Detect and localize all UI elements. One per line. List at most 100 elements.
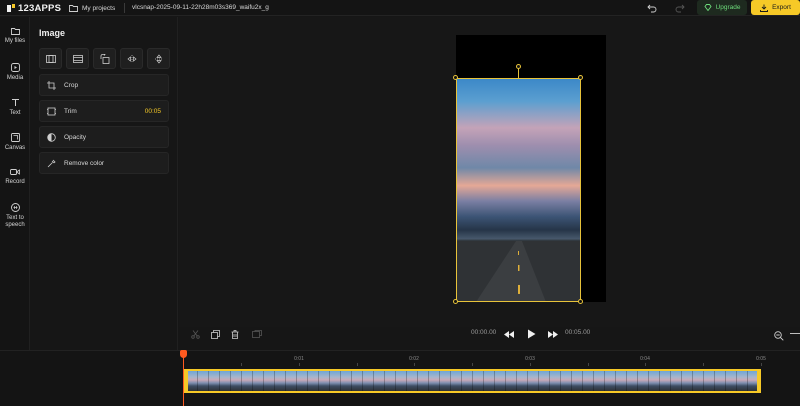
ruler-label: 0:04 xyxy=(640,356,650,362)
split-button[interactable] xyxy=(189,328,201,340)
record-icon xyxy=(10,169,20,175)
folder-icon xyxy=(10,28,20,35)
zoom-out-button[interactable] xyxy=(774,328,784,346)
zoom-out-icon xyxy=(774,331,784,341)
canvas-icon xyxy=(10,133,20,142)
ruler-tick xyxy=(588,363,589,366)
export-label: Export xyxy=(772,4,791,11)
image-tool-row xyxy=(39,48,170,69)
app-logo[interactable]: 123APPS xyxy=(6,2,61,14)
ruler-label: 0:01 xyxy=(294,356,304,362)
media-icon xyxy=(10,63,20,72)
nav-text[interactable]: Text xyxy=(0,98,30,117)
forward-button[interactable] xyxy=(546,327,560,341)
nav-label: Text to speech xyxy=(5,215,25,228)
ruler-tick xyxy=(530,363,531,366)
fill-icon xyxy=(72,54,83,63)
remove-color-label: Remove color xyxy=(64,159,105,167)
crop-label: Crop xyxy=(64,81,79,89)
ruler-tick xyxy=(241,363,242,366)
nav-media[interactable]: Media xyxy=(0,63,30,82)
replace-icon xyxy=(252,330,262,338)
redo-button[interactable] xyxy=(674,2,686,14)
ruler-label: 0:05 xyxy=(756,356,766,362)
nav-label: Text xyxy=(9,110,21,116)
clip-trim-handle-right[interactable] xyxy=(757,369,761,393)
timeline-clip[interactable] xyxy=(184,369,761,393)
duplicate-button[interactable] xyxy=(209,328,221,340)
left-nav: My files Media Text Canvas Record Text t… xyxy=(0,17,30,406)
remove-color-option[interactable]: Remove color xyxy=(39,152,169,174)
panel-title: Image xyxy=(39,28,66,38)
ruler-label: 0:02 xyxy=(409,356,419,362)
ruler-label: 0:03 xyxy=(525,356,535,362)
forward-icon xyxy=(548,330,558,338)
nav-canvas[interactable]: Canvas xyxy=(0,133,30,152)
fill-button[interactable] xyxy=(66,48,89,69)
nav-label: Record xyxy=(5,179,25,185)
download-icon xyxy=(760,4,769,12)
ruler-tick xyxy=(703,363,704,366)
nav-text-to-speech[interactable]: Text to speech xyxy=(0,203,30,229)
flip-horizontal-icon xyxy=(126,54,137,63)
undo-button[interactable] xyxy=(646,2,658,14)
playhead-handle[interactable] xyxy=(180,350,187,358)
folder-icon xyxy=(69,5,78,12)
rewind-icon xyxy=(504,330,514,338)
ruler-tick xyxy=(645,363,646,366)
scissors-icon xyxy=(190,329,200,339)
opacity-icon xyxy=(47,132,56,142)
rotate-guide xyxy=(518,68,519,78)
nav-my-files[interactable]: My files xyxy=(0,27,30,45)
text-icon xyxy=(11,99,19,106)
ruler-tick xyxy=(761,363,762,366)
trim-option[interactable]: Trim 00:05 xyxy=(39,100,169,122)
play-icon xyxy=(527,329,535,339)
rotate-button[interactable] xyxy=(93,48,116,69)
redo-icon xyxy=(675,4,685,12)
undo-icon xyxy=(647,4,657,12)
ruler-tick xyxy=(472,363,473,366)
logo-text: 123APPS xyxy=(18,2,62,14)
resize-handle-bottom-left[interactable] xyxy=(453,299,458,304)
upgrade-label: Upgrade xyxy=(715,4,741,11)
nav-record[interactable]: Record xyxy=(0,168,30,186)
delete-button[interactable] xyxy=(229,328,241,340)
ruler-tick xyxy=(414,363,415,366)
replace-button[interactable] xyxy=(251,328,263,340)
trim-icon xyxy=(47,107,56,115)
resize-handle-bottom-right[interactable] xyxy=(578,299,583,304)
road-graphic xyxy=(457,241,580,301)
fit-button[interactable] xyxy=(39,48,62,69)
upgrade-button[interactable]: Upgrade xyxy=(697,0,747,15)
flip-vertical-button[interactable] xyxy=(147,48,170,69)
eyedropper-icon xyxy=(47,159,56,167)
video-layer[interactable] xyxy=(456,78,581,302)
resize-handle-top-right[interactable] xyxy=(578,75,583,80)
total-time: 00:05.00 xyxy=(565,329,591,336)
export-button[interactable]: Export xyxy=(751,0,800,15)
crop-option[interactable]: Crop xyxy=(39,74,169,96)
tts-icon xyxy=(10,203,20,212)
zoom-slider[interactable] xyxy=(790,333,800,334)
nav-label: My files xyxy=(4,38,26,44)
my-projects-link[interactable]: My projects xyxy=(69,2,115,14)
ruler-tick xyxy=(299,363,300,366)
current-time: 00:00.00 xyxy=(471,329,497,336)
rotate-icon xyxy=(100,53,109,64)
play-button[interactable] xyxy=(524,327,538,341)
top-bar: 123APPS My projects vlcsnap-2025-09-11-2… xyxy=(0,0,800,16)
resize-handle-top-left[interactable] xyxy=(453,75,458,80)
project-filename[interactable]: vlcsnap-2025-09-11-22h28m03s369_waifu2x_… xyxy=(132,2,269,14)
rewind-button[interactable] xyxy=(502,327,516,341)
fit-icon xyxy=(45,54,56,63)
image-tool-panel: Image Crop Trim 00:05 Opacity Remove col… xyxy=(31,17,178,350)
trash-icon xyxy=(231,329,239,339)
trim-duration: 00:05 xyxy=(144,107,161,115)
clip-trim-handle-left[interactable] xyxy=(184,369,188,393)
opacity-option[interactable]: Opacity xyxy=(39,126,169,148)
my-projects-label: My projects xyxy=(82,4,116,12)
flip-horizontal-button[interactable] xyxy=(120,48,143,69)
flip-vertical-icon xyxy=(154,53,163,64)
rotate-handle[interactable] xyxy=(516,64,521,69)
